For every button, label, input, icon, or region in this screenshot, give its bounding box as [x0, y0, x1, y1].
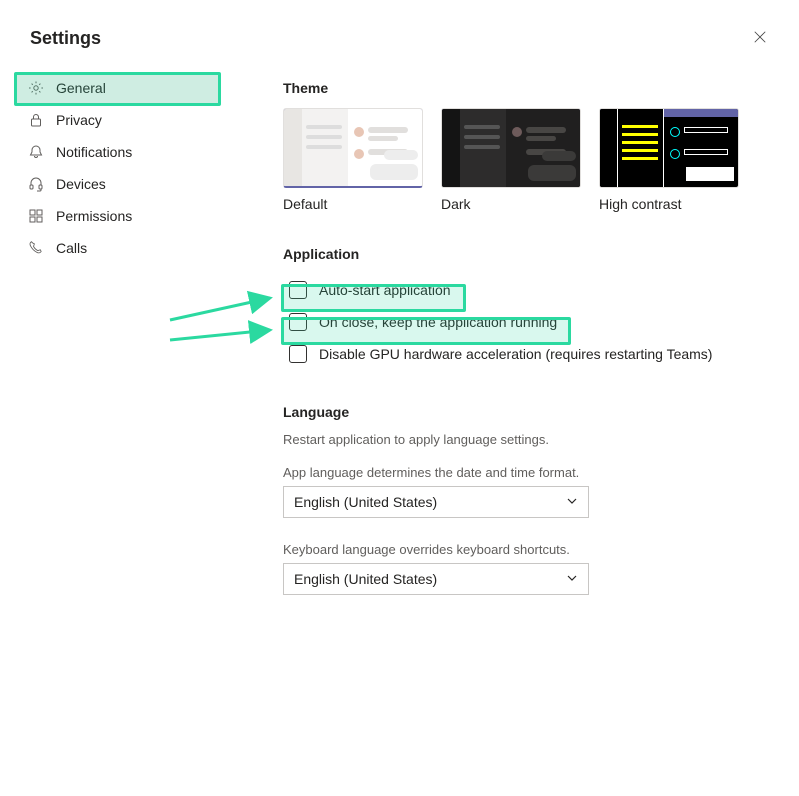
- theme-thumbnail: [283, 108, 423, 188]
- sidebar-item-label: Notifications: [56, 144, 132, 160]
- checkbox-icon: [289, 345, 307, 363]
- theme-option-dark[interactable]: Dark: [441, 108, 581, 212]
- checkbox-icon: [289, 281, 307, 299]
- theme-thumbnail: [441, 108, 581, 188]
- annotation-arrow-auto-start: [166, 276, 278, 332]
- theme-label: Default: [283, 196, 423, 212]
- sidebar-item-label: Permissions: [56, 208, 132, 224]
- theme-thumbnail: [599, 108, 739, 188]
- sidebar-item-label: Calls: [56, 240, 87, 256]
- headset-icon: [28, 176, 44, 192]
- keyboard-language-dropdown[interactable]: English (United States): [283, 563, 589, 595]
- dropdown-value: English (United States): [294, 494, 437, 510]
- theme-heading: Theme: [283, 80, 763, 96]
- checkbox-label: Auto-start application: [319, 282, 451, 298]
- sidebar-item-label: Devices: [56, 176, 106, 192]
- checkbox-auto-start[interactable]: Auto-start application: [283, 274, 763, 306]
- sidebar-item-notifications[interactable]: Notifications: [16, 136, 221, 168]
- theme-option-high-contrast[interactable]: High contrast: [599, 108, 739, 212]
- theme-options: Default Dark High contrast: [283, 108, 763, 212]
- sidebar-item-label: Privacy: [56, 112, 102, 128]
- sidebar-item-devices[interactable]: Devices: [16, 168, 221, 200]
- sidebar-item-privacy[interactable]: Privacy: [16, 104, 221, 136]
- app-language-desc: App language determines the date and tim…: [283, 465, 763, 480]
- lock-icon: [28, 112, 44, 128]
- sidebar-item-general[interactable]: General: [16, 72, 221, 104]
- gear-icon: [28, 80, 44, 96]
- checkbox-disable-gpu[interactable]: Disable GPU hardware acceleration (requi…: [283, 338, 763, 370]
- chevron-down-icon: [566, 494, 578, 510]
- checkbox-keep-running[interactable]: On close, keep the application running: [283, 306, 763, 338]
- application-heading: Application: [283, 246, 763, 262]
- sidebar-item-label: General: [56, 80, 106, 96]
- annotation-arrow-keep-running: [166, 312, 278, 352]
- keyboard-language-desc: Keyboard language overrides keyboard sho…: [283, 542, 763, 557]
- sidebar: General Privacy Notifications Devices Pe…: [16, 72, 221, 264]
- page-title: Settings: [30, 28, 101, 49]
- phone-icon: [28, 240, 44, 256]
- main-content: Theme Default Dark: [283, 80, 763, 619]
- language-restart-note: Restart application to apply language se…: [283, 432, 763, 447]
- dropdown-value: English (United States): [294, 571, 437, 587]
- sidebar-item-permissions[interactable]: Permissions: [16, 200, 221, 232]
- close-button[interactable]: [753, 30, 769, 46]
- app-language-dropdown[interactable]: English (United States): [283, 486, 589, 518]
- theme-label: High contrast: [599, 196, 739, 212]
- bell-icon: [28, 144, 44, 160]
- apps-icon: [28, 208, 44, 224]
- sidebar-item-calls[interactable]: Calls: [16, 232, 221, 264]
- close-icon: [753, 31, 767, 47]
- checkbox-label: On close, keep the application running: [319, 314, 557, 330]
- chevron-down-icon: [566, 571, 578, 587]
- theme-option-default[interactable]: Default: [283, 108, 423, 212]
- theme-label: Dark: [441, 196, 581, 212]
- language-heading: Language: [283, 404, 763, 420]
- checkbox-icon: [289, 313, 307, 331]
- checkbox-label: Disable GPU hardware acceleration (requi…: [319, 346, 712, 362]
